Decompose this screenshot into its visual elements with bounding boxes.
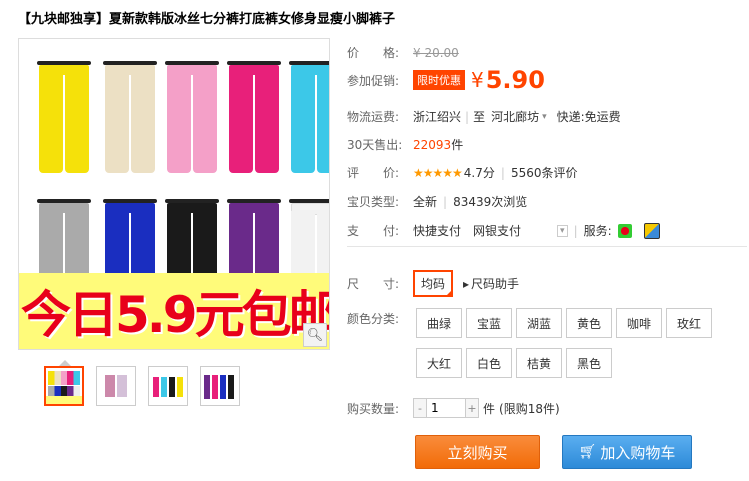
color-option[interactable]: 白色 bbox=[466, 348, 512, 378]
service-guarantee-icon[interactable] bbox=[617, 223, 632, 238]
add-to-cart-button[interactable]: 🛒︎ 加入购物车 bbox=[562, 435, 692, 469]
promo-banner-text: 今日5.9元包邮 bbox=[21, 286, 330, 344]
zoom-icon[interactable]: 🔍︎ bbox=[303, 323, 327, 347]
payment-dropdown-icon[interactable]: ▾ bbox=[557, 224, 568, 237]
rating-label: 评 价: bbox=[347, 166, 400, 180]
price-label: 价 格: bbox=[347, 46, 400, 60]
size-helper-link[interactable]: 尺码助手 bbox=[471, 275, 519, 292]
shipping-from: 浙江绍兴 bbox=[413, 110, 462, 124]
view-count: 83439次浏览 bbox=[453, 195, 528, 209]
shipping-method: 快递: bbox=[556, 110, 585, 124]
size-helper-icon[interactable]: ▸ bbox=[463, 277, 469, 291]
payment-row: 支 付: 快捷支付 网银支付 ▾ | 服务: bbox=[347, 222, 660, 239]
shipping-label: 物流运费: bbox=[347, 110, 400, 124]
color-option[interactable]: 黄色 bbox=[566, 308, 612, 338]
currency-symbol: ¥ bbox=[471, 68, 484, 92]
sales-unit: 件 bbox=[451, 138, 464, 152]
payment-method-bank: 网银支付 bbox=[473, 224, 522, 238]
payment-method-quick: 快捷支付 bbox=[413, 224, 462, 238]
quantity-row: 购买数量: - + 件 (限购18件) bbox=[347, 398, 560, 418]
sales-count: 22093 bbox=[413, 137, 452, 152]
quantity-plus-button[interactable]: + bbox=[466, 399, 478, 417]
price-row: 价 格: ¥ 20.00 bbox=[347, 44, 459, 61]
color-option[interactable]: 咖啡 bbox=[616, 308, 662, 338]
type-label: 宝贝类型: bbox=[347, 195, 400, 209]
promo-tag: 限时优惠 bbox=[413, 70, 465, 90]
size-row: 尺 寸: 均码 ▸ 尺码助手 bbox=[347, 270, 519, 297]
type-value: 全新 bbox=[413, 195, 438, 209]
color-option[interactable]: 大红 bbox=[416, 348, 462, 378]
shipping-destination[interactable]: 河北廊坊 bbox=[491, 108, 539, 125]
review-count[interactable]: 5560条评价 bbox=[511, 164, 578, 181]
service-label: 服务: bbox=[583, 224, 612, 238]
color-row: 颜色分类: bbox=[347, 310, 413, 327]
thumbnail-3[interactable] bbox=[148, 366, 188, 406]
add-to-cart-label: 加入购物车 bbox=[600, 443, 676, 462]
color-options: 曲绿 宝蓝 湖蓝 黄色 咖啡 玫红 大红 白色 桔黄 黑色 bbox=[416, 308, 712, 378]
buy-now-button[interactable]: 立刻购买 bbox=[415, 435, 540, 469]
color-option[interactable]: 桔黄 bbox=[516, 348, 562, 378]
promo-row: 参加促销: 限时优惠 ¥ 5.90 bbox=[347, 66, 545, 94]
shipping-fee: 免运费 bbox=[584, 110, 621, 124]
color-option[interactable]: 湖蓝 bbox=[516, 308, 562, 338]
type-row: 宝贝类型: 全新 | 83439次浏览 bbox=[347, 194, 528, 210]
promo-price: 5.90 bbox=[485, 66, 545, 94]
service-card-icon[interactable] bbox=[643, 222, 660, 239]
thumbnail-strip bbox=[44, 366, 240, 406]
cart-icon: 🛒︎ bbox=[578, 444, 597, 460]
rating-score: 4.7分 bbox=[463, 166, 495, 180]
color-option[interactable]: 黑色 bbox=[566, 348, 612, 378]
color-label: 颜色分类: bbox=[347, 312, 400, 326]
sales-label: 30天售出: bbox=[347, 138, 403, 152]
quantity-minus-button[interactable]: - bbox=[414, 399, 426, 417]
size-option-selected[interactable]: 均码 bbox=[413, 270, 454, 297]
rating-row: 评 价: ★★★★★ 4.7分 | 5560条评价 bbox=[347, 164, 578, 181]
shipping-to-prefix: 至 bbox=[473, 110, 486, 124]
quantity-input[interactable] bbox=[426, 399, 466, 417]
color-option[interactable]: 宝蓝 bbox=[466, 308, 512, 338]
color-option[interactable]: 玫红 bbox=[666, 308, 712, 338]
original-price: ¥ 20.00 bbox=[413, 45, 459, 60]
thumbnail-2[interactable] bbox=[96, 366, 136, 406]
buy-now-label: 立刻购买 bbox=[447, 443, 508, 462]
size-label: 尺 寸: bbox=[347, 277, 400, 291]
thumbnail-4[interactable] bbox=[200, 366, 240, 406]
star-icon: ★★★★★ bbox=[413, 165, 463, 180]
product-main-image: 今日5.9元包邮 🔍︎ bbox=[18, 38, 330, 350]
color-option[interactable]: 曲绿 bbox=[416, 308, 462, 338]
quantity-unit: 件 bbox=[483, 401, 496, 416]
thumbnail-1[interactable] bbox=[44, 366, 84, 406]
quantity-limit: (限购18件) bbox=[499, 401, 560, 416]
payment-label: 支 付: bbox=[347, 224, 400, 238]
chevron-down-icon[interactable]: ▾ bbox=[542, 112, 547, 122]
sales-row: 30天售出: 22093 件 bbox=[347, 136, 463, 153]
product-title: 【九块邮独享】夏新款韩版冰丝七分裤打底裤女修身显瘦小脚裤子 bbox=[18, 12, 396, 27]
promo-label: 参加促销: bbox=[347, 73, 400, 88]
quantity-label: 购买数量: bbox=[347, 401, 400, 416]
section-divider bbox=[347, 246, 747, 247]
shipping-row: 物流运费: 浙江绍兴 | 至 河北廊坊 ▾ 快递: 免运费 bbox=[347, 108, 621, 125]
quantity-stepper: - + bbox=[413, 398, 479, 418]
